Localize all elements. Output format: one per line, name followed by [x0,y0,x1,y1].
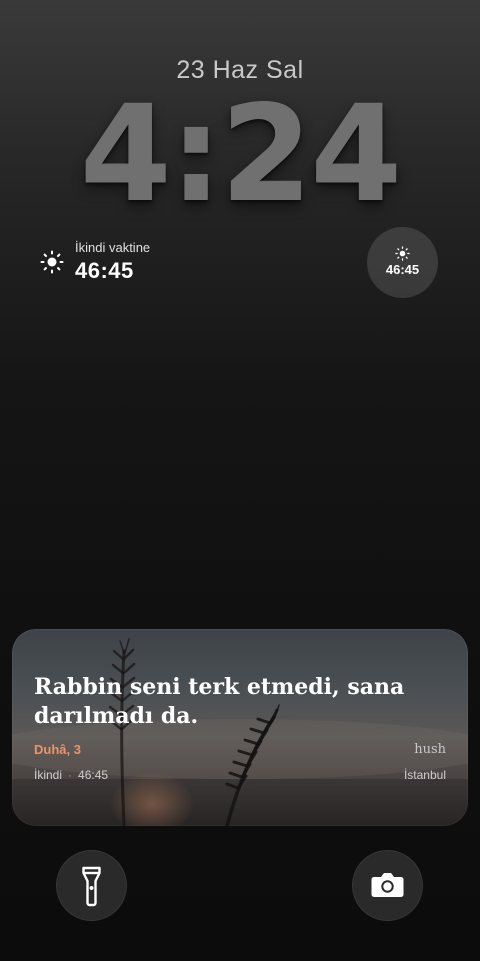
prayer-countdown-circle-widget[interactable]: 46:45 [367,227,438,298]
prayer-countdown-widget[interactable]: İkindi vaktine 46:45 [40,238,260,290]
circle-widget-countdown: 46:45 [385,262,420,277]
prayer-meta: İkindi · 46:45 [34,768,108,782]
flashlight-icon [82,866,101,907]
flashlight-button[interactable] [56,850,127,921]
lockscreen-clock[interactable]: 4:24 [0,80,480,230]
hush-verse-card[interactable]: Rabbin seni terk etmedi, sana darılmadı … [12,629,468,826]
verse-source: Duhâ, 3 [34,742,81,757]
app-brand: hush [414,742,446,757]
sun-icon [40,250,64,274]
camera-button[interactable] [352,850,423,921]
camera-icon [371,873,404,897]
city-label: İstanbul [403,768,446,782]
prayer-meta-countdown: 46:45 [78,768,109,782]
prayer-widget-countdown: 46:45 [75,258,134,283]
meta-separator: · [68,768,73,782]
verse-text: Rabbin seni terk etmedi, sana darılmadı … [34,674,405,729]
prayer-widget-label: İkindi vaktine [75,240,151,255]
prayer-name: İkindi [34,768,63,782]
sun-icon [395,246,410,261]
